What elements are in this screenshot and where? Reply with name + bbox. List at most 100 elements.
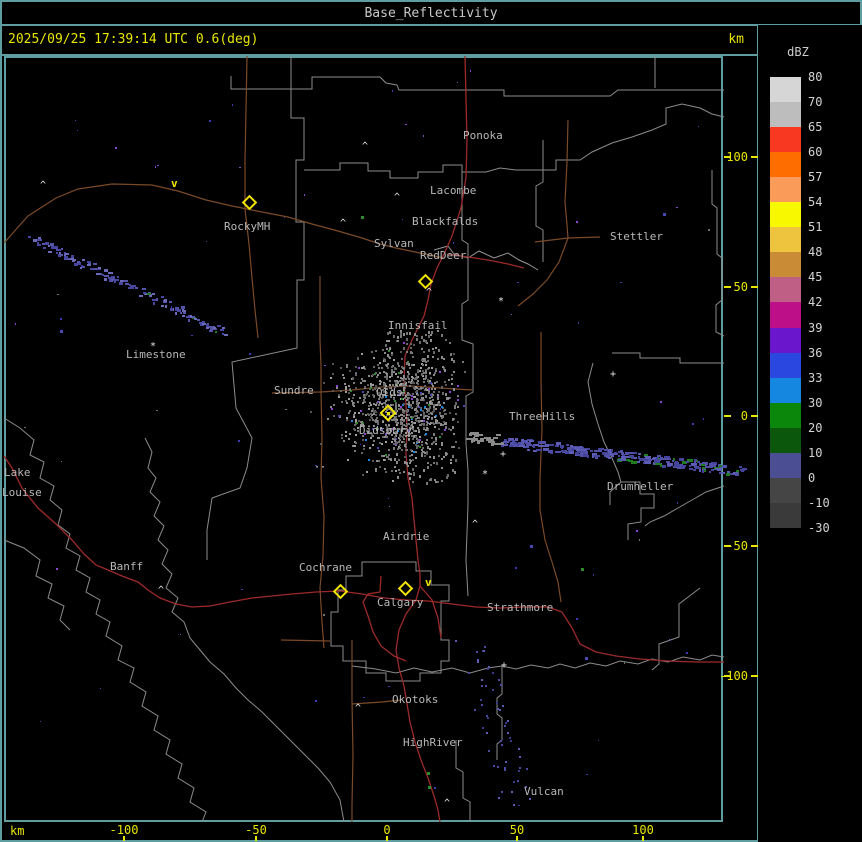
colorbar-tick-label: 33: [808, 370, 823, 385]
city-label-sylvan: Sylvan: [374, 237, 414, 250]
colorbar-swatch: [770, 252, 801, 278]
city-label-threehills: ThreeHills: [509, 410, 576, 423]
map-symbol-icon: ^: [394, 192, 401, 203]
right-axis-tick: [724, 156, 731, 158]
map-symbol-icon: *: [498, 296, 505, 307]
map-symbol-icon: ··: [314, 462, 327, 473]
city-label-rockymh: RockyMH: [224, 220, 271, 233]
colorbar-swatch: [770, 477, 801, 504]
city-label-blackfalds: Blackfalds: [412, 215, 479, 228]
right-axis-tick: [751, 675, 758, 677]
colorbar-tick-label: 65: [808, 120, 823, 135]
map-symbol-icon: +: [610, 369, 617, 380]
right-axis-tick: [751, 415, 758, 417]
map-symbol-icon: ^: [158, 585, 165, 596]
check-marker-icon: v: [171, 177, 178, 190]
map-symbol-icon: ^: [40, 180, 47, 191]
station-marker-icon: [241, 194, 258, 211]
bottom-axis-tick-label: 50: [509, 823, 525, 837]
bottom-axis-tick-label: 100: [632, 823, 654, 837]
colorbar-swatch: [770, 102, 801, 128]
map-symbol-icon: ^: [355, 703, 362, 714]
colorbar-panel: dBZ 80 70 65 60 57 54 51 48 45 42 39 36 33 30 20 10 0 -10…: [758, 25, 862, 842]
right-axis-tick: [751, 545, 758, 547]
city-label-highriver: HighRiver: [403, 736, 463, 749]
bottom-axis-tick: [123, 836, 125, 841]
colorbar-tick-label: 36: [808, 345, 823, 360]
colorbar-swatch: [770, 127, 801, 153]
city-label-reddeer: RedDeer: [420, 249, 467, 262]
divider: [0, 0, 2, 842]
colorbar-swatch: [770, 402, 801, 429]
colorbar-swatch: [770, 77, 801, 103]
station-marker-icon: [397, 580, 414, 597]
city-label-lake: Lake: [4, 466, 31, 479]
map-symbol-icon: ^: [340, 218, 347, 229]
map-symbol-icon: ^: [472, 519, 479, 530]
right-axis-tick: [751, 286, 758, 288]
city-label-lacombe: Lacombe: [430, 184, 477, 197]
right-axis: 100 50 0 -50 -100: [700, 56, 758, 822]
colorbar-swatch: [770, 152, 801, 178]
colorbar-tick-label: 48: [808, 245, 823, 260]
city-label-stettler: Stettler: [610, 230, 663, 243]
colorbar-swatch: [770, 202, 801, 228]
city-label-vulcan: Vulcan: [524, 785, 564, 798]
info-bar: 2025/09/25 17:39:14 UTC 0.6(deg) km: [0, 26, 758, 54]
right-axis-tick: [724, 675, 731, 677]
bottom-axis-unit-label: km: [10, 824, 25, 838]
colorbar-swatch: [770, 352, 801, 379]
right-axis-tick: [724, 286, 731, 288]
right-axis-unit-label: km: [728, 32, 744, 47]
map-symbol-icon: ^: [426, 287, 433, 298]
city-label-okotoks: Okotoks: [392, 693, 439, 706]
map-symbol-icon: ^: [444, 798, 451, 809]
colorbar-tick-label: 45: [808, 270, 823, 285]
title-bar: Base_Reflectivity: [0, 2, 862, 24]
radar-site-center-dot: [387, 412, 390, 415]
colorbar-tick-label: 54: [808, 195, 823, 210]
colorbar-tick-label: 30: [808, 395, 823, 410]
colorbar-swatch: [770, 452, 801, 479]
city-label-didsbury: Didsbury: [359, 424, 412, 437]
scan-timestamp: 2025/09/25 17:39:14 UTC 0.6(deg): [8, 32, 259, 47]
colorbar-tick-label: 10: [808, 445, 823, 460]
right-axis-tick: [724, 545, 731, 547]
colorbar-tick-label: -30: [808, 520, 830, 535]
city-label-airdrie: Airdrie: [383, 530, 430, 543]
station-marker-icon: [332, 583, 349, 600]
colorbar-swatch: [770, 302, 801, 328]
app-title: Base_Reflectivity: [364, 5, 498, 21]
right-axis-tick: [751, 156, 758, 158]
bottom-axis-tick: [642, 836, 644, 841]
city-label-banff: Banff: [110, 560, 144, 573]
bottom-axis-tick: [386, 836, 388, 841]
colorbar-tick-label: 39: [808, 320, 823, 335]
bottom-axis-tick-label: -50: [245, 823, 267, 837]
colorbar-tick-label: 60: [808, 145, 823, 160]
map-symbol-icon: +: [501, 660, 508, 671]
city-label-ponoka: Ponoka: [463, 129, 503, 142]
colorbar-tick-label: 70: [808, 95, 823, 110]
city-label-cochrane: Cochrane: [299, 561, 352, 574]
colorbar-tick-label: 51: [808, 220, 823, 235]
radar-app-window: Base_Reflectivity 2025/09/25 17:39:14 UT…: [0, 0, 862, 842]
city-label-drumheller: Drumheller: [607, 480, 674, 493]
colorbar-tick-label: 57: [808, 170, 823, 185]
bottom-axis: km -100 -50 0 50 100: [0, 822, 758, 842]
colorbar-swatch: [770, 227, 801, 253]
map-symbol-icon: *: [150, 341, 157, 352]
city-label-calgary: Calgary: [377, 596, 424, 609]
bottom-axis-tick: [516, 836, 518, 841]
colorbar-tick-label: 0: [808, 470, 816, 485]
colorbar-tick-label: 80: [808, 70, 823, 84]
radar-map-canvas[interactable]: Ponoka Lacombe Blackfalds Sylvan RedDeer Stet…: [2, 55, 747, 823]
colorbar-tick-label: 42: [808, 295, 823, 310]
right-axis-tick: [724, 415, 731, 417]
bottom-axis-tick-label: -100: [109, 823, 139, 837]
city-label-sundre: Sundre: [274, 384, 314, 397]
map-overlay: Ponoka Lacombe Blackfalds Sylvan RedDeer Stet…: [2, 58, 721, 820]
city-label-innisfail: Innisfail: [388, 319, 448, 332]
bottom-axis-tick: [255, 836, 257, 841]
check-marker-icon: v: [425, 576, 432, 589]
